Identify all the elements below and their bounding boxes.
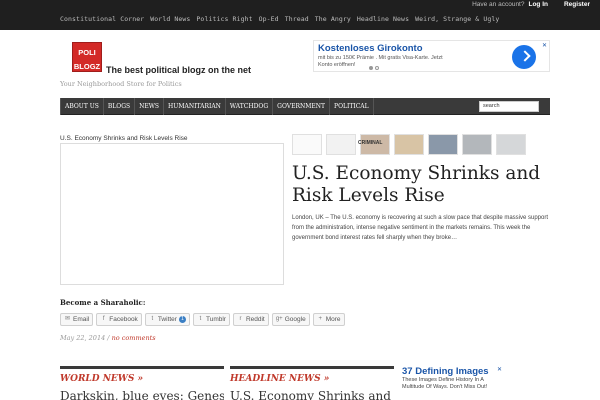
reddit-icon: r: [239, 316, 242, 322]
top-ad-title[interactable]: Kostenloses Girokonto: [318, 43, 423, 54]
bottom-ad-banner[interactable]: 37 Defining Images These Images Define H…: [400, 366, 502, 400]
pager-dot[interactable]: [369, 66, 373, 70]
section-headline-news: HEADLINE NEWS » U.S. Economy Shrinks and…: [230, 366, 394, 400]
main-nav: ABOUT US BLOGS NEWS HUMANITARIAN WATCHDO…: [60, 98, 550, 115]
section-title[interactable]: HEADLINE NEWS »: [230, 374, 394, 384]
twitter-share-button[interactable]: t Twitter 1: [144, 313, 190, 326]
arrow-right-icon[interactable]: [512, 45, 536, 69]
top-ad-banner[interactable]: Kostenloses Girokonto mit bis zu 150€ Pr…: [313, 40, 550, 72]
logo-line-2: BLOGZ: [73, 62, 101, 71]
section-title[interactable]: WORLD NEWS »: [60, 374, 224, 384]
site-tagline: The best political blogz on the net: [106, 65, 252, 75]
tumblr-share-button[interactable]: t Tumblr: [192, 313, 230, 326]
share-label: Become a Sharaholic:: [60, 298, 146, 307]
top-bar: Constitutional Corner World News Politic…: [0, 0, 600, 30]
thumbnail-label: CRIMINAL: [358, 140, 383, 146]
ad-pager-dots: [369, 66, 379, 70]
section-divider: [230, 366, 394, 369]
more-share-button[interactable]: + More: [312, 313, 345, 326]
thumbnail[interactable]: [462, 134, 492, 155]
nav-item-blogs[interactable]: BLOGS: [104, 98, 136, 115]
bottom-ad-text: These Images Define History In A Multitu…: [402, 377, 488, 390]
thumbnail[interactable]: [326, 134, 356, 155]
share-button-label: Twitter: [157, 316, 177, 323]
share-button-label: Reddit: [245, 316, 265, 323]
thumbnail[interactable]: [394, 134, 424, 155]
share-button-label: More: [325, 316, 341, 323]
share-button-label: Facebook: [109, 316, 138, 323]
site-subtagline: Your Neighborhood Store for Politics: [60, 80, 182, 88]
share-button-label: Email: [73, 316, 90, 323]
nav-item-political[interactable]: POLITICAL: [330, 98, 374, 115]
facebook-share-button[interactable]: f Facebook: [96, 313, 142, 326]
top-nav-item[interactable]: Headline News: [357, 15, 409, 23]
comments-link[interactable]: no comments: [112, 334, 156, 342]
close-icon[interactable]: ✕: [542, 42, 547, 49]
post-headline[interactable]: U.S. Economy Shrinks and Risk Levels Ris…: [292, 163, 562, 207]
reddit-share-button[interactable]: r Reddit: [232, 313, 269, 326]
top-nav-item[interactable]: Politics Right: [196, 15, 252, 23]
top-nav-item[interactable]: Constitutional Corner: [60, 15, 144, 23]
tumblr-icon: t: [199, 316, 202, 322]
share-count-badge: 1: [178, 316, 186, 323]
email-share-button[interactable]: ✉ Email: [60, 313, 94, 326]
thumbnail-strip: [292, 134, 526, 155]
top-nav: Constitutional Corner World News Politic…: [60, 15, 499, 23]
pager-dot[interactable]: [375, 66, 379, 70]
nav-item-news[interactable]: NEWS: [135, 98, 165, 115]
thumbnail[interactable]: [428, 134, 458, 155]
google-plus-icon: g+: [275, 316, 283, 322]
top-nav-item[interactable]: Weird, Strange & Ugly: [415, 15, 499, 23]
meta-separator: /: [107, 334, 110, 342]
section-teaser[interactable]: Darkskin, blue eyes: Genes point to…: [60, 389, 224, 400]
logo-line-1: POLI: [78, 48, 96, 57]
share-button-label: Google: [284, 316, 306, 323]
facebook-icon: f: [102, 316, 105, 322]
twitter-icon: t: [151, 316, 154, 322]
post-date: May 22, 2014: [60, 334, 106, 342]
section-teaser[interactable]: U.S. Economy Shrinks and Risk…: [230, 389, 394, 400]
google-share-button[interactable]: g+ Google: [271, 313, 310, 326]
post-meta: May 22, 2014 / no comments: [60, 334, 156, 342]
video-embed[interactable]: [60, 143, 284, 285]
top-nav-item[interactable]: Thread: [285, 15, 309, 23]
site-logo[interactable]: POLI BLOGZ: [72, 42, 102, 72]
thumbnail[interactable]: [496, 134, 526, 155]
section-divider: [60, 366, 224, 369]
nav-item-humanitarian[interactable]: HUMANITARIAN: [164, 98, 226, 115]
post-excerpt: London, UK – The U.S. economy is recover…: [292, 215, 549, 241]
nav-item-watchdog[interactable]: WATCHDOG: [226, 98, 274, 115]
bottom-ad-title[interactable]: 37 Defining Images: [402, 366, 489, 377]
top-nav-item[interactable]: World News: [150, 15, 190, 23]
section-world-news: WORLD NEWS » Darkskin, blue eyes: Genes …: [60, 366, 224, 400]
search-input[interactable]: search: [479, 101, 539, 112]
account-prompt: Have an account?: [472, 1, 525, 8]
nav-item-about-us[interactable]: ABOUT US: [60, 98, 104, 115]
envelope-icon: ✉: [64, 316, 71, 322]
register-link[interactable]: Register: [564, 1, 590, 8]
share-button-label: Tumblr: [205, 316, 226, 323]
login-link[interactable]: Log In: [528, 1, 548, 8]
close-icon[interactable]: ✕: [497, 366, 502, 373]
plus-icon: +: [318, 316, 322, 322]
account-links: Have an account? Log In Register: [472, 1, 590, 8]
nav-item-government[interactable]: GOVERNMENT: [273, 98, 331, 115]
top-nav-item[interactable]: Op-Ed: [259, 15, 279, 23]
share-buttons: ✉ Email f Facebook t Twitter 1 t Tumblr …: [60, 313, 345, 326]
video-caption: U.S. Economy Shrinks and Risk Levels Ris…: [60, 135, 188, 142]
top-ad-text: mit bis zu 150€ Prämie . Mit gratis Visa…: [318, 55, 443, 68]
thumbnail[interactable]: [292, 134, 322, 155]
top-nav-item[interactable]: The Angry: [315, 15, 351, 23]
